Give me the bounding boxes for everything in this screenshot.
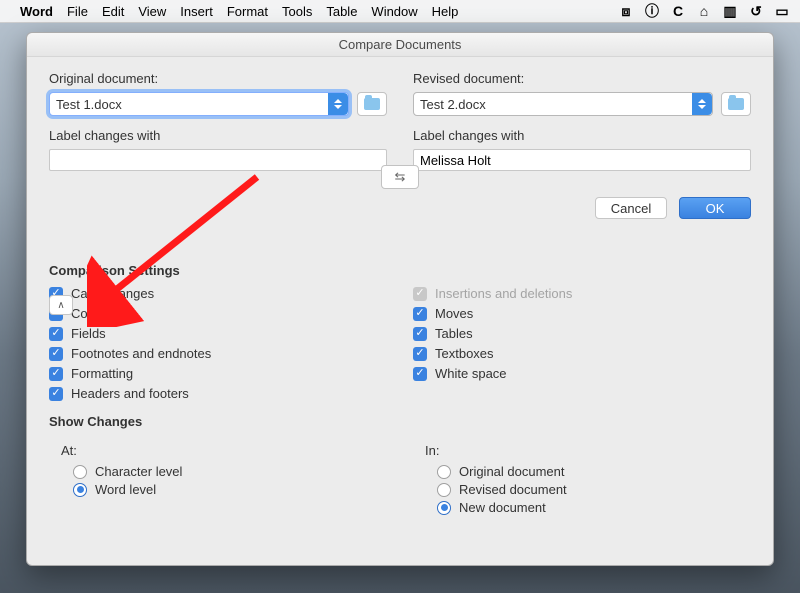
radio-label: Character level — [95, 464, 182, 479]
menu-help[interactable]: Help — [432, 4, 459, 19]
radio-label: New document — [459, 500, 546, 515]
cancel-button[interactable]: Cancel — [595, 197, 667, 219]
radio-label: Revised document — [459, 482, 567, 497]
checks-left: ✓ Case changes ✓ Comments ✓ Fields ✓ Footnot… — [49, 286, 387, 406]
check-label: Insertions and deletions — [435, 286, 572, 301]
revised-column: Revised document: Test 2.docx Label chan… — [413, 71, 751, 171]
dialog-content: Original document: Test 1.docx Label cha… — [27, 57, 773, 565]
checkbox-tables[interactable]: ✓ — [413, 327, 427, 341]
sync-icon[interactable]: C — [670, 3, 686, 19]
checkbox-formatting[interactable]: ✓ — [49, 367, 63, 381]
menu-window[interactable]: Window — [371, 4, 417, 19]
revised-author-label: Label changes with — [413, 128, 751, 143]
chevron-updown-icon — [328, 93, 348, 115]
radio-revised-document[interactable] — [437, 483, 451, 497]
swap-documents-button[interactable]: ⇆ — [381, 165, 419, 189]
check-label: Headers and footers — [71, 386, 189, 401]
check-label: Formatting — [71, 366, 133, 381]
original-author-label: Label changes with — [49, 128, 387, 143]
checkbox-footnotes[interactable]: ✓ — [49, 347, 63, 361]
checkbox-headers-footers[interactable]: ✓ — [49, 387, 63, 401]
screen-icon[interactable]: ▭ — [774, 3, 790, 19]
home-icon[interactable]: ⌂ — [696, 3, 712, 19]
menu-table[interactable]: Table — [326, 4, 357, 19]
radio-original-document[interactable] — [437, 465, 451, 479]
app-name[interactable]: Word — [20, 4, 53, 19]
radio-character-level[interactable] — [73, 465, 87, 479]
show-changes-heading: Show Changes — [49, 414, 751, 429]
menu-edit[interactable]: Edit — [102, 4, 124, 19]
folder-icon — [728, 98, 744, 110]
menu-format[interactable]: Format — [227, 4, 268, 19]
check-label: Footnotes and endnotes — [71, 346, 211, 361]
chevron-updown-icon — [692, 93, 712, 115]
check-label: White space — [435, 366, 507, 381]
ok-button[interactable]: OK — [679, 197, 751, 219]
check-label: Comments — [71, 306, 134, 321]
original-label: Original document: — [49, 71, 387, 86]
original-document-value: Test 1.docx — [56, 97, 122, 112]
clock-icon[interactable]: ↺ — [748, 3, 764, 19]
collapse-button[interactable]: ∧ — [49, 295, 73, 315]
radio-word-level[interactable] — [73, 483, 87, 497]
menu-insert[interactable]: Insert — [180, 4, 213, 19]
display-icon[interactable]: ▥ — [722, 3, 738, 19]
compare-documents-dialog: Compare Documents Original document: Tes… — [26, 32, 774, 566]
check-label: Case changes — [71, 286, 154, 301]
checkbox-textboxes[interactable]: ✓ — [413, 347, 427, 361]
check-label: Textboxes — [435, 346, 494, 361]
original-browse-button[interactable] — [357, 92, 387, 116]
original-document-select[interactable]: Test 1.docx — [49, 92, 349, 116]
check-label: Tables — [435, 326, 473, 341]
at-label: At: — [61, 443, 387, 458]
checkbox-fields[interactable]: ✓ — [49, 327, 63, 341]
checkbox-insertions-deletions: ✓ — [413, 287, 427, 301]
radio-label: Word level — [95, 482, 156, 497]
chevron-up-icon: ∧ — [57, 300, 64, 311]
revised-document-select[interactable]: Test 2.docx — [413, 92, 713, 116]
info-icon[interactable]: ⓘ — [644, 3, 660, 19]
menu-view[interactable]: View — [138, 4, 166, 19]
checkbox-moves[interactable]: ✓ — [413, 307, 427, 321]
menubar-right: ⧈ ⓘ C ⌂ ▥ ↺ ▭ — [618, 3, 790, 19]
comparison-settings-heading: Comparison Settings — [49, 263, 751, 278]
radio-label: Original document — [459, 464, 565, 479]
checks-right: ✓ Insertions and deletions ✓ Moves ✓ Tables… — [413, 286, 751, 406]
check-label: Fields — [71, 326, 106, 341]
check-label: Moves — [435, 306, 473, 321]
checkbox-whitespace[interactable]: ✓ — [413, 367, 427, 381]
show-in-group: In: Original document Revised document N… — [413, 437, 751, 518]
menubar: Word File Edit View Insert Format Tools … — [0, 0, 800, 23]
original-author-input[interactable] — [49, 149, 387, 171]
radio-new-document[interactable] — [437, 501, 451, 515]
menu-tools[interactable]: Tools — [282, 4, 312, 19]
revised-browse-button[interactable] — [721, 92, 751, 116]
revised-document-value: Test 2.docx — [420, 97, 486, 112]
revised-author-input[interactable] — [413, 149, 751, 171]
menu-file[interactable]: File — [67, 4, 88, 19]
show-at-group: At: Character level Word level — [49, 437, 387, 518]
revised-label: Revised document: — [413, 71, 751, 86]
original-column: Original document: Test 1.docx Label cha… — [49, 71, 387, 171]
in-label: In: — [425, 443, 751, 458]
folder-icon — [364, 98, 380, 110]
dropbox-icon[interactable]: ⧈ — [618, 3, 634, 19]
dialog-title: Compare Documents — [27, 33, 773, 57]
swap-icon: ⇆ — [395, 169, 406, 185]
